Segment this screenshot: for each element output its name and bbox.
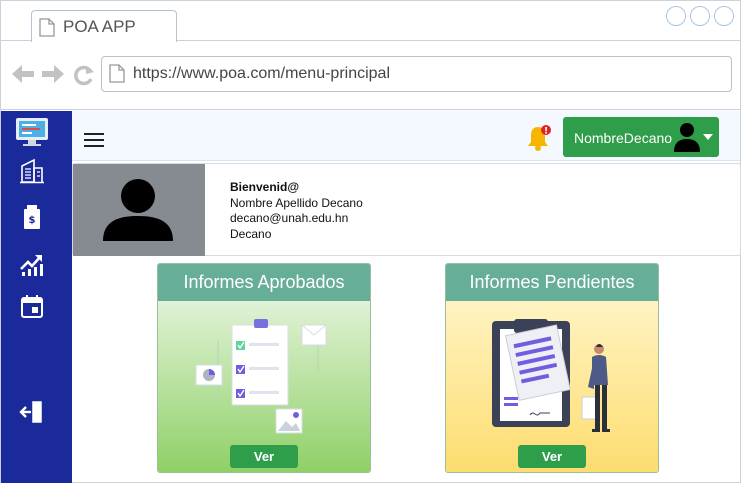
role: Decano — [230, 226, 272, 241]
trending-chart-icon[interactable] — [19, 251, 45, 277]
profile-info: Bienvenid@ Nombre Apellido Decano decano… — [230, 180, 363, 242]
browser-tab[interactable]: POA APP — [31, 10, 177, 42]
welcome-text: Bienvenid@ — [230, 180, 300, 194]
sidebar: $ — [1, 111, 72, 483]
app-header: ! NombreDecano — [72, 111, 740, 161]
hamburger-menu-icon[interactable] — [84, 133, 104, 149]
checklist-illustration — [195, 319, 327, 434]
dashboard-icon[interactable] — [15, 117, 49, 147]
profile-card: Bienvenid@ Nombre Apellido Decano decano… — [72, 163, 741, 256]
url-field[interactable]: https://www.poa.com/menu-principal — [101, 56, 732, 92]
view-pending-button[interactable]: Ver — [518, 445, 586, 468]
back-arrow-icon[interactable] — [11, 64, 35, 84]
page-icon — [39, 18, 55, 37]
user-menu-button[interactable]: NombreDecano — [563, 117, 719, 157]
card-body: Ver — [446, 301, 658, 472]
budget-document-icon[interactable]: $ — [19, 204, 45, 230]
pending-reports-card: Informes Pendientes Ver — [445, 263, 659, 473]
notification-bell-icon[interactable]: ! — [524, 123, 554, 153]
forward-arrow-icon[interactable] — [41, 64, 65, 84]
browser-window: POA APP https://www.poa.com/menu-princip… — [0, 0, 741, 483]
profile-photo — [73, 164, 205, 256]
minimize-button[interactable] — [666, 6, 686, 26]
url-text: https://www.poa.com/menu-principal — [133, 65, 390, 82]
approved-reports-card: Informes Aprobados Ver — [157, 263, 371, 473]
svg-text:$: $ — [29, 215, 36, 226]
calendar-icon[interactable] — [19, 293, 45, 319]
user-avatar-icon — [674, 123, 700, 152]
address-bar-row: https://www.poa.com/menu-principal — [1, 42, 740, 110]
tab-title: POA APP — [63, 17, 136, 36]
logout-icon[interactable] — [19, 399, 45, 425]
notification-badge: ! — [544, 127, 548, 137]
building-icon[interactable] — [19, 158, 45, 184]
card-title: Informes Aprobados — [158, 264, 370, 301]
page-icon — [109, 64, 125, 83]
user-silhouette-icon — [103, 179, 173, 241]
clipboard-illustration — [492, 319, 610, 432]
tab-bar: POA APP — [1, 1, 740, 42]
user-name: NombreDecano — [574, 130, 673, 146]
reload-icon[interactable] — [73, 64, 95, 86]
email: decano@unah.edu.hn — [230, 211, 349, 225]
maximize-button[interactable] — [690, 6, 710, 26]
card-body: Ver — [158, 301, 370, 472]
chevron-down-icon — [703, 134, 713, 140]
full-name: Nombre Apellido Decano — [230, 195, 363, 210]
close-button[interactable] — [714, 6, 734, 26]
card-title: Informes Pendientes — [446, 264, 658, 301]
view-approved-button[interactable]: Ver — [230, 445, 298, 468]
